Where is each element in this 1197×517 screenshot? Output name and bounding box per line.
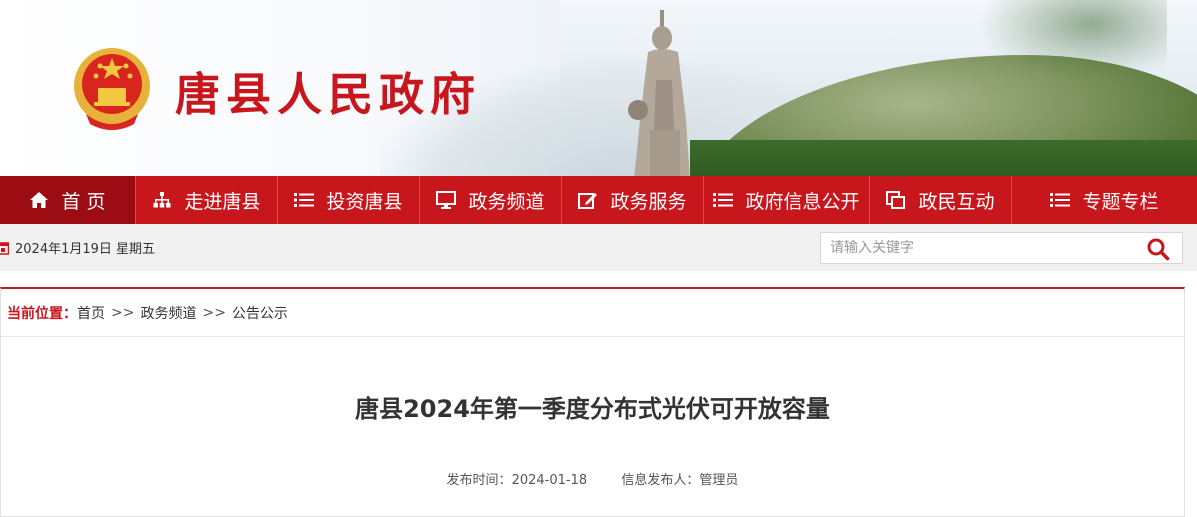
search-icon[interactable] <box>1146 237 1170 261</box>
publish-label: 发布时间： <box>446 473 512 488</box>
nav-item-label: 首 页 <box>61 190 106 213</box>
nav-item-about[interactable]: 走进唐县 <box>136 176 278 224</box>
nav-item-info-disclosure[interactable]: 政府信息公开 <box>704 176 870 224</box>
calendar-icon <box>0 241 9 255</box>
nav-item-label: 政务频道 <box>468 190 545 213</box>
banner-tree-branch <box>977 0 1167 80</box>
info-bar: 2024年1月19日 星期五 <box>0 224 1197 271</box>
nav-item-label: 专题专栏 <box>1082 190 1159 213</box>
main-nav: 首 页 走进唐县 投资唐县 政务频道 政务服务 政府信息公开 政民互动 专题专栏 <box>0 176 1197 224</box>
header-banner: 唐县人民政府 <box>0 0 1197 176</box>
search-box <box>820 232 1183 264</box>
edit-icon <box>578 193 598 209</box>
site-title: 唐县人民政府 <box>175 68 482 121</box>
breadcrumb-separator: >> <box>111 304 135 321</box>
breadcrumb-home-link[interactable]: 首页 <box>77 303 105 323</box>
nav-item-label: 走进唐县 <box>184 190 261 213</box>
nav-item-label: 政民互动 <box>918 190 995 213</box>
national-emblem-icon <box>74 48 150 130</box>
nav-item-interaction[interactable]: 政民互动 <box>870 176 1012 224</box>
nav-item-special[interactable]: 专题专栏 <box>1012 176 1197 224</box>
content-panel: 当前位置： 首页 >> 政务频道 >> 公告公示 唐县2024年第一季度分布式光… <box>0 287 1185 517</box>
breadcrumb-label: 当前位置： <box>7 305 77 322</box>
article-meta: 发布时间：2024-01-18 信息发布人：管理员 <box>1 469 1184 488</box>
list-icon <box>713 193 734 207</box>
nav-item-gov-service[interactable]: 政务服务 <box>562 176 704 224</box>
date-text: 2024年1月19日 星期五 <box>15 242 156 257</box>
publisher-label: 信息发布人： <box>621 473 700 488</box>
nav-item-label: 投资唐县 <box>326 190 403 213</box>
statue-image <box>628 10 690 176</box>
home-icon <box>30 192 49 208</box>
list-icon <box>1050 193 1071 207</box>
current-date: 2024年1月19日 星期五 <box>0 238 155 257</box>
nav-item-label: 政府信息公开 <box>745 190 860 213</box>
nav-item-label: 政务服务 <box>610 190 687 213</box>
nav-item-home[interactable]: 首 页 <box>0 176 136 224</box>
org-chart-icon <box>153 192 171 208</box>
nav-item-invest[interactable]: 投资唐县 <box>278 176 420 224</box>
search-input[interactable] <box>821 233 1121 263</box>
list-icon <box>294 193 315 207</box>
publish-date: 2024-01-18 <box>511 473 588 488</box>
publisher-name: 管理员 <box>699 473 739 488</box>
copy-icon <box>886 191 906 209</box>
breadcrumb: 当前位置： 首页 >> 政务频道 >> 公告公示 <box>1 289 1184 337</box>
article-title: 唐县2024年第一季度分布式光伏可开放容量 <box>355 395 830 423</box>
banner-trees <box>690 140 1197 176</box>
breadcrumb-separator: >> <box>202 304 226 321</box>
breadcrumb-gov-channel-link[interactable]: 政务频道 <box>140 303 196 323</box>
breadcrumb-notices-link[interactable]: 公告公示 <box>232 303 288 323</box>
nav-item-gov-channel[interactable]: 政务频道 <box>420 176 562 224</box>
monitor-icon <box>436 191 457 209</box>
